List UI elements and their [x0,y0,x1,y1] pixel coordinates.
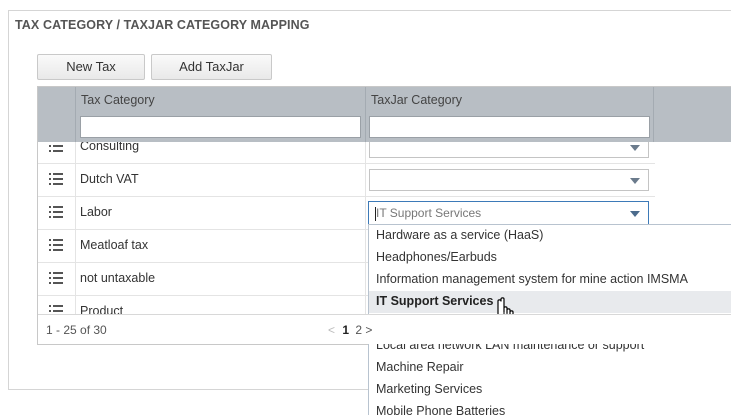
tax-category-name: Meatloaf tax [80,238,149,252]
dropdown-option[interactable]: Marketing Services [369,379,731,401]
dropdown-option[interactable]: Mobile Phone Batteries [369,401,731,415]
column-divider [75,197,76,229]
taxjar-category-filter-input[interactable] [369,116,650,138]
drag-handle-icon[interactable] [49,272,63,284]
panel-title: TAX CATEGORY / TAXJAR CATEGORY MAPPING [15,18,310,32]
drag-handle-icon[interactable] [49,173,63,185]
column-divider [75,263,76,295]
previous-page-button[interactable]: < [328,323,335,337]
tax-category-name: Labor [80,205,112,219]
grid-header: Tax Category TaxJar Category [38,87,731,114]
column-divider [75,230,76,262]
pager: < 1 2 > [328,323,372,337]
column-divider [365,197,366,229]
header-divider [365,87,366,142]
current-page: 1 [342,323,350,337]
taxjar-category-select[interactable] [369,169,649,191]
dropdown-option[interactable]: IT Support Services [369,291,731,313]
dropdown-option[interactable]: Information management system for mine a… [369,269,731,291]
column-divider [75,164,76,196]
new-tax-category-button[interactable]: New Tax Category [37,54,145,98]
tax-category-name: not untaxable [80,271,156,285]
page-2-link[interactable]: 2 [355,323,362,337]
drag-handle-icon[interactable] [49,206,63,218]
column-divider [365,263,366,295]
combobox-value: IT Support Services [376,206,482,220]
header-divider [75,87,76,142]
chevron-down-icon[interactable] [630,145,640,151]
column-header-taxjar-category[interactable]: TaxJar Category [366,87,462,114]
dropdown-option[interactable]: Headphones/Earbuds [369,247,731,269]
taxjar-category-combobox[interactable]: IT Support Services [368,201,649,225]
header-divider [653,87,654,142]
chevron-down-icon[interactable] [630,211,640,217]
grid-footer: 1 - 25 of 30 < 1 2 > [38,314,731,344]
column-divider [365,230,366,262]
dropdown-option[interactable]: Hardware as a service (HaaS) [369,225,731,247]
table-row[interactable]: Dutch VAT [38,164,655,197]
tax-category-filter-input[interactable] [80,116,361,138]
drag-handle-icon[interactable] [49,239,63,251]
column-divider [365,164,366,196]
pager-info: 1 - 25 of 30 [46,323,107,337]
dropdown-option[interactable]: Machine Repair [369,357,731,379]
column-header-tax-category[interactable]: Tax Category [76,87,155,114]
chevron-down-icon[interactable] [630,178,640,184]
tax-category-name: Dutch VAT [80,172,139,186]
next-page-button[interactable]: > [365,323,372,337]
add-taxjar-category-button[interactable]: Add TaxJar Category [151,54,272,98]
